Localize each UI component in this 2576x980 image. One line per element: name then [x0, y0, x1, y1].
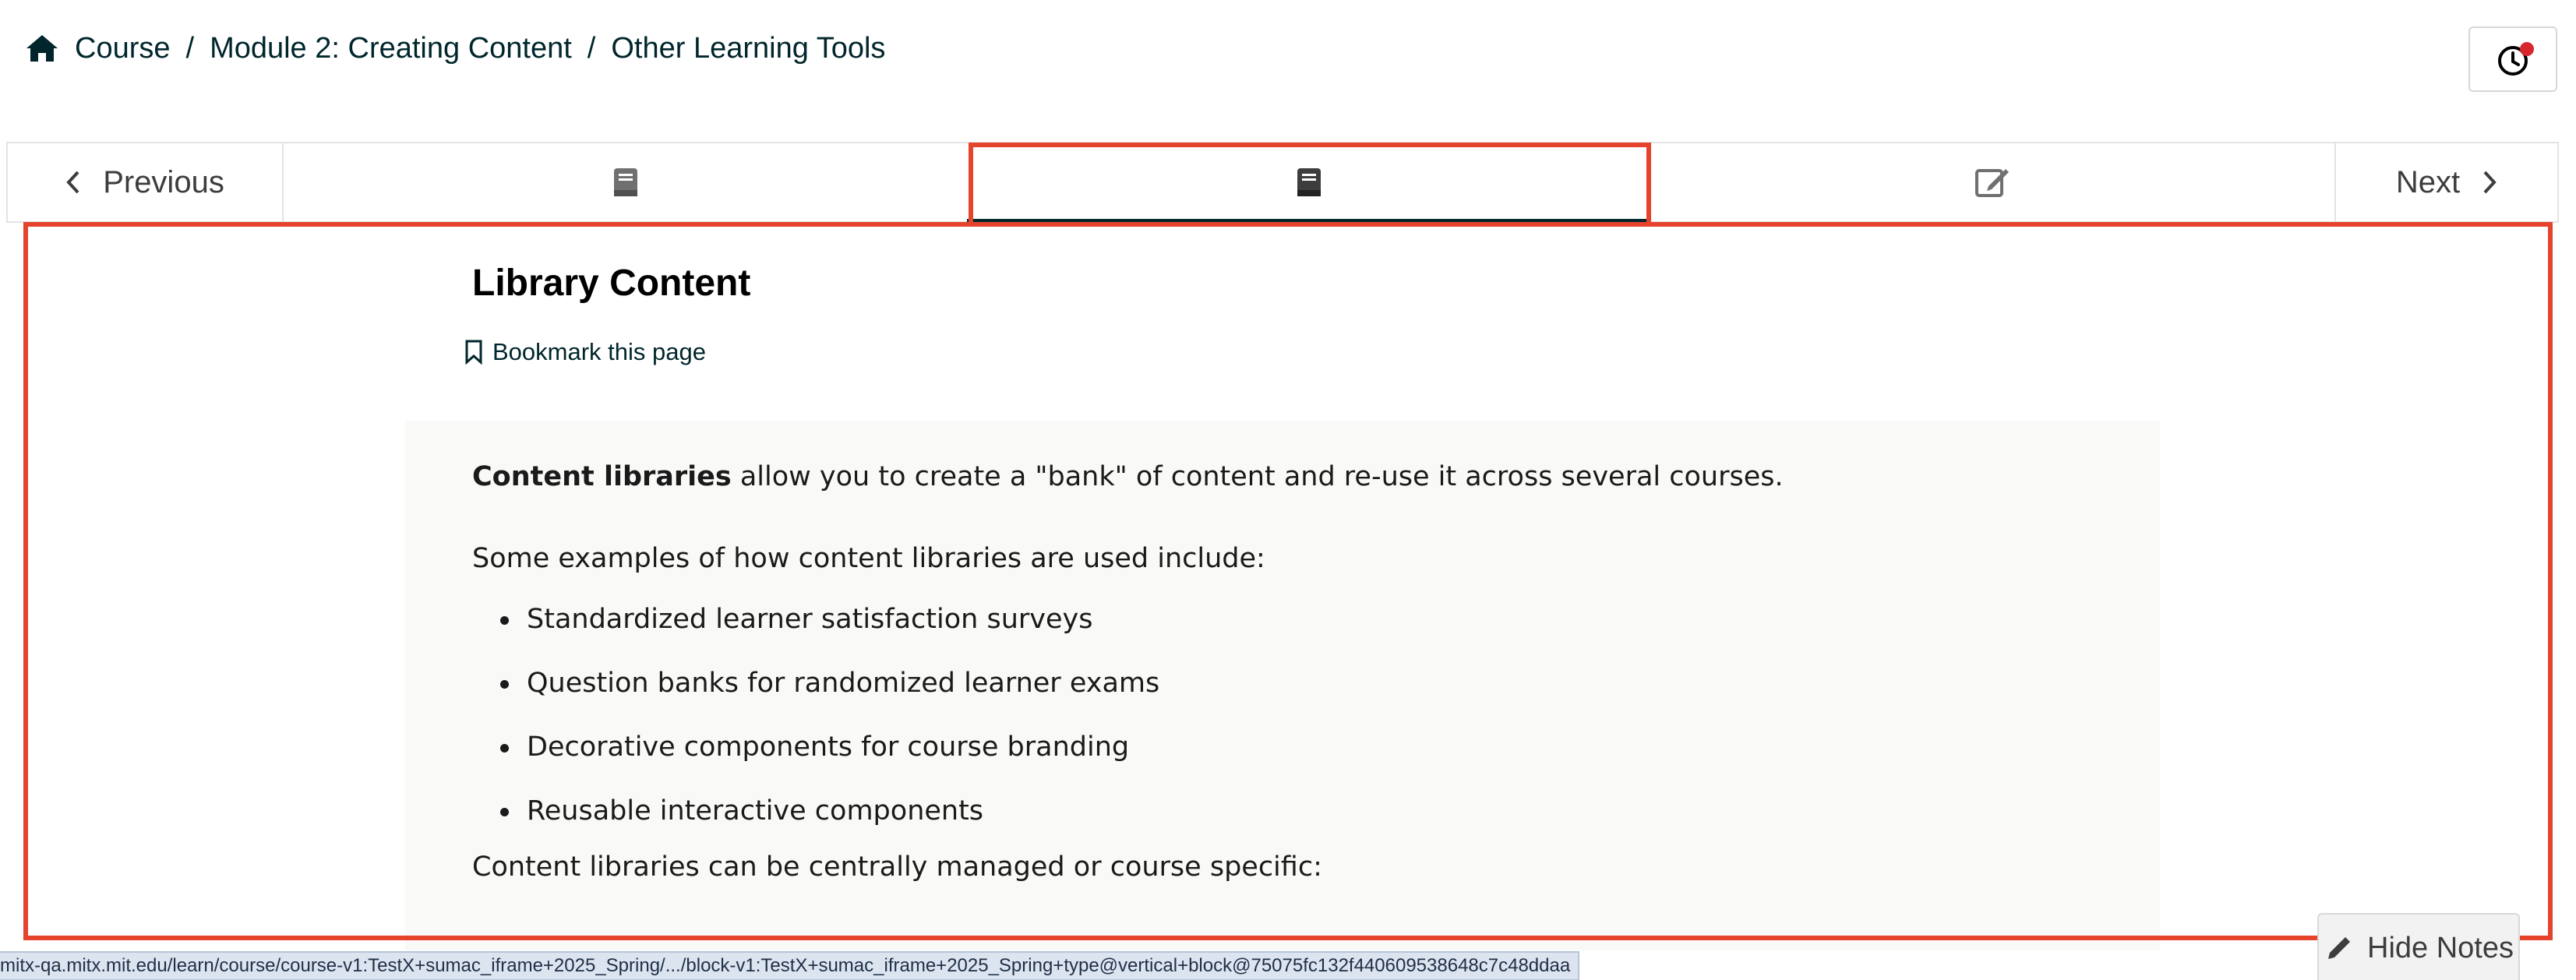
breadcrumb-separator: / [185, 31, 195, 65]
next-button[interactable]: Next [2334, 143, 2557, 221]
book-icon [613, 168, 637, 196]
breadcrumb-section-link[interactable]: Other Learning Tools [611, 32, 885, 65]
breadcrumb-module-link[interactable]: Module 2: Creating Content [210, 32, 572, 65]
upgrade-notification-button[interactable] [2468, 26, 2557, 92]
highlight-active-tab [969, 143, 1651, 224]
edit-icon [1975, 169, 2010, 197]
unit-tab-3[interactable] [1651, 143, 2334, 221]
home-icon[interactable] [25, 33, 59, 64]
breadcrumb-course-link[interactable]: Course [75, 32, 171, 65]
previous-label: Previous [103, 164, 224, 199]
hide-notes-label: Hide Notes [2367, 931, 2514, 964]
status-bar-url: mitx-qa.mitx.mit.edu/learn/course/course… [0, 951, 1580, 980]
highlight-content-region [23, 222, 2553, 940]
hide-notes-button[interactable]: Hide Notes [2317, 913, 2520, 980]
unit-tab-1[interactable] [284, 143, 967, 221]
chevron-left-icon [66, 171, 79, 194]
notification-dot [2520, 42, 2534, 56]
chevron-right-icon [2483, 171, 2497, 194]
breadcrumb-separator: / [587, 31, 596, 65]
pencil-icon [2328, 937, 2350, 959]
breadcrumb: Course / Module 2: Creating Content / Ot… [25, 26, 885, 70]
previous-button[interactable]: Previous [8, 143, 284, 221]
next-label: Next [2395, 164, 2461, 199]
